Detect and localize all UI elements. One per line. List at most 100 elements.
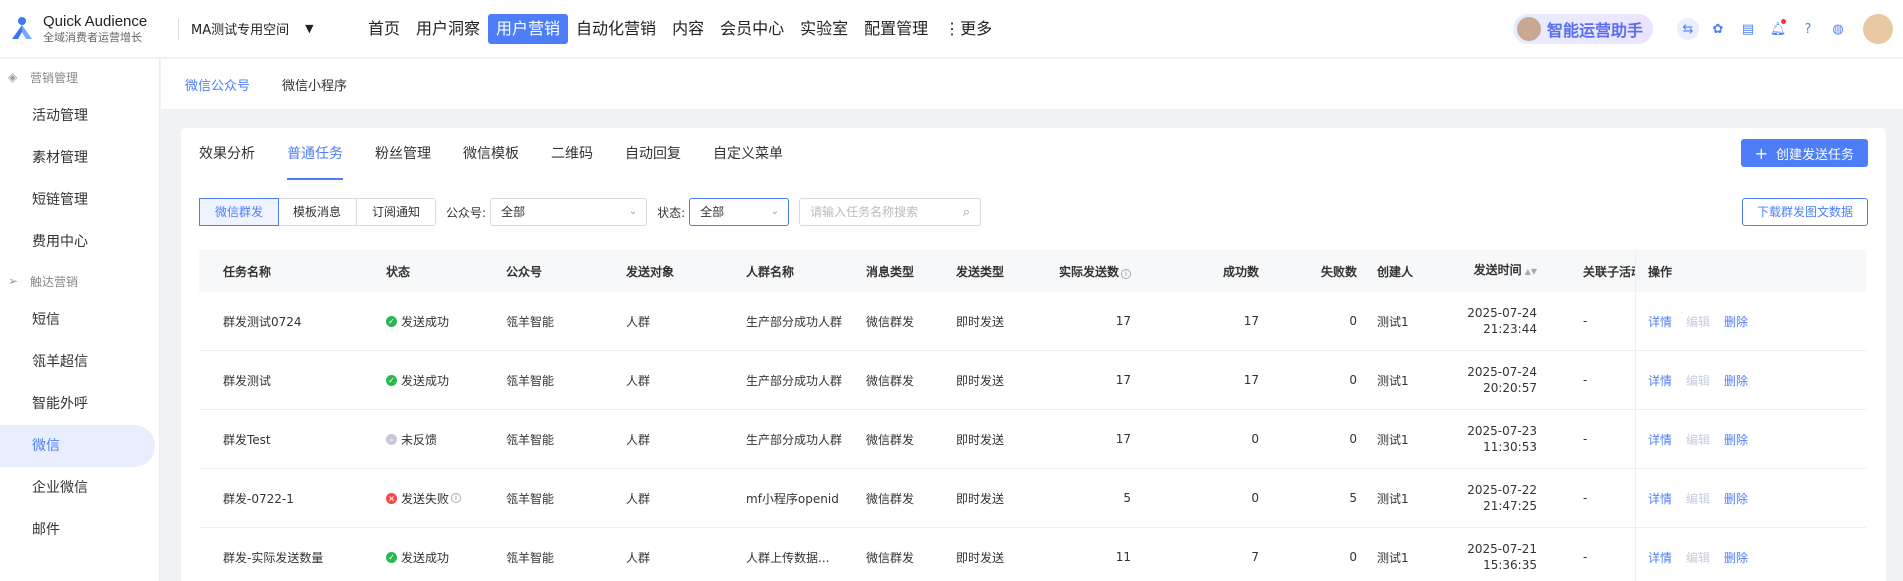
tab-auto-reply[interactable]: 自动回复 bbox=[625, 128, 681, 180]
sidebar-item-wechat[interactable]: 微信 bbox=[0, 425, 155, 467]
search-input[interactable] bbox=[810, 205, 963, 219]
nav-content[interactable]: 内容 bbox=[664, 14, 712, 44]
tab-custom-menu[interactable]: 自定义菜单 bbox=[713, 128, 783, 180]
nav-user-insight[interactable]: 用户洞察 bbox=[408, 14, 488, 44]
task-search: ⌕ bbox=[799, 198, 982, 226]
nav-home[interactable]: 首页 bbox=[360, 14, 408, 44]
col-target: 发送对象 bbox=[626, 264, 675, 279]
table-row: 群发测试0724 ✓ 发送成功 瓴羊智能 人群 生产部分成功人群 微信群发 即时发送 17 17 0… bbox=[199, 292, 1866, 351]
tab-qrcode[interactable]: 二维码 bbox=[551, 128, 593, 180]
tab-analysis[interactable]: 效果分析 bbox=[199, 128, 255, 180]
space-selector[interactable]: MA测试专用空间 ▼ bbox=[178, 17, 358, 40]
tab-fans[interactable]: 粉丝管理 bbox=[375, 128, 431, 180]
task-crowd: 生产部分成功人群 bbox=[746, 373, 843, 388]
delete-link[interactable]: 删除 bbox=[1724, 549, 1748, 566]
task-account: 瓴羊智能 bbox=[506, 314, 555, 329]
task-send-time: 2025-07-21 15:36:35 bbox=[1447, 541, 1537, 573]
col-actual: 实际发送数 i bbox=[1046, 263, 1131, 280]
sidebar-group-reach[interactable]: ➢ 触达营销 bbox=[0, 263, 159, 299]
sidebar-item-shortlink[interactable]: 短链管理 bbox=[0, 179, 155, 221]
check-circle-icon: ✓ bbox=[386, 374, 397, 386]
detail-link[interactable]: 详情 bbox=[1648, 313, 1672, 330]
sidebar-item-wecom[interactable]: 企业微信 bbox=[0, 467, 155, 509]
delete-link[interactable]: 删除 bbox=[1724, 372, 1748, 389]
nav-config[interactable]: 配置管理 bbox=[856, 14, 936, 44]
detail-link[interactable]: 详情 bbox=[1648, 490, 1672, 507]
account-select[interactable]: 全部 ⌄ bbox=[490, 198, 648, 226]
chevron-down-icon: ⌄ bbox=[770, 206, 780, 217]
sort-icon[interactable]: ▲▼ bbox=[1525, 267, 1537, 276]
send-date: 2025-07-22 bbox=[1467, 483, 1537, 497]
edit-link: 编辑 bbox=[1686, 432, 1711, 447]
tab-official-account[interactable]: 微信公众号 bbox=[185, 75, 250, 94]
task-target: 人群 bbox=[626, 373, 651, 388]
sidebar-group-marketing[interactable]: ◈ 营销管理 bbox=[0, 59, 159, 95]
task-account: 瓴羊智能 bbox=[506, 432, 555, 447]
nav-user-marketing[interactable]: 用户营销 bbox=[488, 13, 569, 44]
info-icon[interactable]: i bbox=[1121, 268, 1131, 279]
sidebar-item-super-msg[interactable]: 瓴羊超信 bbox=[0, 341, 155, 383]
task-send-time: 2025-07-23 11:30:53 bbox=[1447, 423, 1537, 455]
briefcase-icon[interactable]: ▤ bbox=[1737, 18, 1759, 40]
sidebar-item-activity[interactable]: 活动管理 bbox=[0, 95, 155, 137]
task-success-count: 17 bbox=[1243, 373, 1259, 387]
nav-more[interactable]: ⋮更多 bbox=[936, 14, 1000, 44]
task-success-count: 7 bbox=[1251, 550, 1259, 564]
nav-lab[interactable]: 实验室 bbox=[792, 14, 856, 44]
tab-template[interactable]: 微信模板 bbox=[463, 128, 519, 180]
task-msg-type: 微信群发 bbox=[866, 491, 915, 506]
nav-automation[interactable]: 自动化营销 bbox=[568, 14, 664, 44]
task-actions: 详情 编辑 删除 bbox=[1635, 469, 1786, 527]
sidebar-item-material[interactable]: 素材管理 bbox=[0, 137, 155, 179]
segment-template-msg[interactable]: 模板消息 bbox=[278, 199, 358, 225]
info-icon[interactable]: i bbox=[451, 493, 462, 503]
detail-link[interactable]: 详情 bbox=[1648, 431, 1672, 448]
task-name: 群发测试0724 bbox=[223, 314, 302, 329]
globe-icon[interactable]: ◍ bbox=[1827, 18, 1849, 40]
task-name: 群发测试 bbox=[223, 373, 272, 388]
task-actual-count: 11 bbox=[1115, 550, 1131, 564]
segment-subscribe[interactable]: 订阅通知 bbox=[357, 199, 435, 225]
sidebar-item-outbound[interactable]: 智能外呼 bbox=[0, 383, 155, 425]
delete-link[interactable]: 删除 bbox=[1724, 313, 1748, 330]
bell-icon[interactable]: 🔔︎ bbox=[1767, 18, 1789, 40]
assistant-button[interactable]: 智能运营助手 bbox=[1512, 14, 1653, 44]
create-task-button[interactable]: + 创建发送任务 bbox=[1740, 139, 1868, 167]
tab-mini-program[interactable]: 微信小程序 bbox=[282, 75, 347, 94]
task-status: – 未反馈 bbox=[386, 431, 506, 448]
flower-icon[interactable]: ✿ bbox=[1707, 18, 1729, 40]
send-clock: 11:30:53 bbox=[1483, 440, 1537, 454]
switch-icon[interactable]: ⇆ bbox=[1677, 18, 1699, 40]
user-avatar[interactable] bbox=[1863, 14, 1893, 44]
detail-link[interactable]: 详情 bbox=[1648, 549, 1672, 566]
sidebar-item-sms[interactable]: 短信 bbox=[0, 299, 155, 341]
task-fail-count: 0 bbox=[1349, 314, 1357, 328]
send-clock: 15:36:35 bbox=[1483, 558, 1537, 572]
send-icon: ➢ bbox=[8, 274, 19, 288]
send-date: 2025-07-24 bbox=[1467, 365, 1537, 379]
help-icon[interactable]: ? bbox=[1797, 18, 1819, 40]
col-account: 公众号 bbox=[506, 264, 543, 279]
delete-link[interactable]: 删除 bbox=[1724, 490, 1748, 507]
table-row: 群发-实际发送数量 ✓ 发送成功 瓴羊智能 人群 人群上传数据... 微信群发 即时发送 11 7… bbox=[199, 528, 1866, 581]
segment-mass-send[interactable]: 微信群发 bbox=[199, 198, 280, 226]
detail-link[interactable]: 详情 bbox=[1648, 372, 1672, 389]
task-actual-count: 17 bbox=[1115, 314, 1131, 328]
sidebar-item-fee[interactable]: 费用中心 bbox=[0, 221, 155, 263]
table-header: 任务名称 状态 公众号 发送对象 人群名称 消息类型 发送类型 实际发送数 i 成… bbox=[199, 250, 1866, 292]
check-circle-icon: ✓ bbox=[386, 551, 397, 563]
status-select[interactable]: 全部 ⌄ bbox=[689, 198, 790, 226]
task-target: 人群 bbox=[626, 550, 651, 565]
filter-bar: 微信群发 模板消息 订阅通知 公众号: 全部 ⌄ 状态: 全部 ⌄ ⌕ bbox=[199, 198, 982, 226]
task-msg-type: 微信群发 bbox=[866, 550, 915, 565]
task-actions: 详情 编辑 删除 bbox=[1635, 292, 1786, 350]
download-data-button[interactable]: 下载群发图文数据 bbox=[1741, 198, 1868, 226]
tab-normal-task[interactable]: 普通任务 bbox=[287, 128, 343, 180]
col-send-time[interactable]: 发送时间 ▲▼ bbox=[1447, 262, 1537, 280]
nav-member-center[interactable]: 会员中心 bbox=[712, 14, 792, 44]
logo[interactable]: Quick Audience 全域消费者运营增长 bbox=[0, 13, 178, 45]
delete-link[interactable]: 删除 bbox=[1724, 431, 1748, 448]
sidebar-item-email[interactable]: 邮件 bbox=[0, 509, 155, 551]
col-send-type: 发送类型 bbox=[956, 264, 1005, 279]
search-icon[interactable]: ⌕ bbox=[963, 205, 970, 220]
